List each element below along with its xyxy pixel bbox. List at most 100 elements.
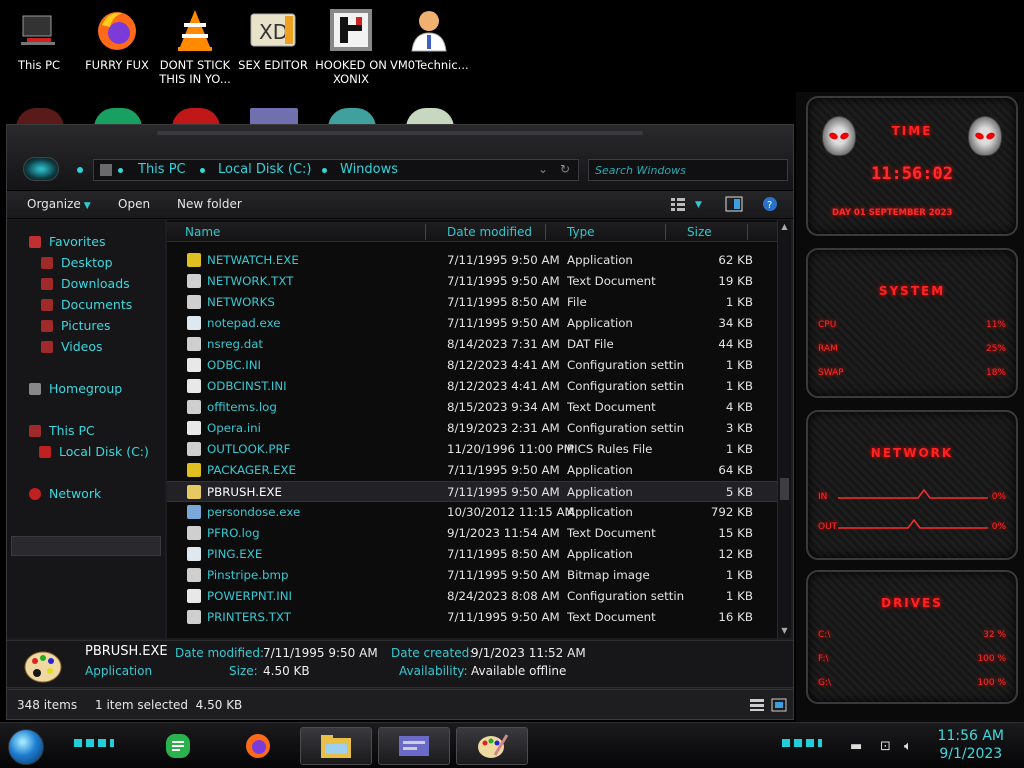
large-icons-view-icon[interactable] [771, 698, 787, 712]
task-control-panel[interactable] [378, 727, 450, 765]
file-row[interactable]: nsreg.dat 8/14/2023 7:31 AM DAT File 44 KB [167, 334, 777, 355]
nav-local-disk[interactable]: Local Disk (C:) [39, 444, 149, 459]
column-type[interactable]: Type [567, 225, 595, 239]
column-name[interactable]: Name [185, 225, 220, 239]
breadcrumb-separator-icon[interactable] [200, 168, 205, 173]
nav-pictures[interactable]: Pictures [41, 318, 111, 333]
details-date-modified: 7/11/1995 9:50 AM [263, 646, 378, 660]
column-divider[interactable] [545, 224, 555, 240]
start-orb-icon[interactable] [8, 729, 44, 765]
file-row[interactable]: PBRUSH.EXE 7/11/1995 9:50 AM Application 5 … [167, 481, 777, 502]
network-gadget[interactable]: NETWORK IN 0% OUT 0% [806, 410, 1018, 560]
drive-f-value: 100 % [977, 654, 1006, 664]
file-row[interactable]: PING.EXE 7/11/1995 8:50 AM Application 12 K… [167, 544, 777, 565]
system-gadget[interactable]: SYSTEM CPU 11% RAM 25% SWAP 18% [806, 248, 1018, 398]
time-gadget[interactable]: TIME 11:56:02 DAY 01 SEPTEMBER 2023 [806, 96, 1018, 236]
file-row[interactable]: POWERPNT.INI 8/24/2023 8:08 AM Configurati… [167, 586, 777, 607]
file-type-icon [187, 610, 201, 624]
breadcrumb-this-pc[interactable]: This PC [138, 162, 186, 177]
file-type: Application [567, 485, 633, 499]
file-name: PBRUSH.EXE [207, 485, 282, 499]
refresh-icon[interactable]: ↻ [560, 162, 570, 176]
file-row[interactable]: Opera.ini 8/19/2023 2:31 AM Configuration … [167, 418, 777, 439]
drives-gadget[interactable]: DRIVES C:\ 32 % F:\ 100 % G:\ 100 % [806, 570, 1018, 704]
back-forward-icon[interactable] [23, 157, 59, 181]
search-box[interactable]: Search Windows [588, 159, 788, 181]
desktop-icon-hooked-on-xonix[interactable]: HOOKED ON XONIX [312, 6, 390, 86]
taskbar-clock[interactable]: 11:56 AM 9/1/2023 [938, 727, 1004, 763]
task-firefox[interactable] [222, 727, 294, 765]
show-hidden-icons[interactable]: ▬ [850, 739, 862, 754]
nav-desktop[interactable]: Desktop [41, 255, 113, 270]
file-row[interactable]: OUTLOOK.PRF 11/20/1996 11:00 PM PICS Rules… [167, 439, 777, 460]
task-paint[interactable] [456, 727, 528, 765]
status-selection: 1 item selected 4.50 KB [95, 698, 243, 712]
file-size: 1 KB [725, 379, 753, 393]
breadcrumb-local-disk[interactable]: Local Disk (C:) [218, 162, 311, 177]
desktop-icon-vm0technic[interactable]: VM0Technic... [390, 6, 469, 72]
breadcrumb-windows[interactable]: Windows [340, 162, 398, 177]
scroll-up-icon[interactable]: ▲ [780, 222, 789, 232]
nav-downloads[interactable]: Downloads [41, 276, 130, 291]
new-folder-button[interactable]: New folder [177, 197, 242, 211]
file-row[interactable]: Pinstripe.bmp 7/11/1995 9:50 AM Bitmap ima… [167, 565, 777, 586]
file-row[interactable]: PFRO.log 9/1/2023 11:54 AM Text Document 15… [167, 523, 777, 544]
address-bar[interactable]: This PC Local Disk (C:) Windows ⌄ ↻ [93, 159, 579, 181]
nav-videos[interactable]: Videos [41, 339, 103, 354]
scroll-down-icon[interactable]: ▼ [780, 626, 789, 636]
documents-folder-icon [41, 298, 53, 311]
vertical-scrollbar[interactable]: ▲ ▼ [777, 220, 791, 638]
desktop-icon-vlc[interactable]: DONT STICK THIS IN YO... [156, 6, 234, 86]
view-options-icon[interactable] [669, 196, 687, 212]
nav-homegroup[interactable]: Homegroup [29, 381, 122, 396]
file-row[interactable]: notepad.exe 7/11/1995 9:50 AM Application 3… [167, 313, 777, 334]
breadcrumb-separator-icon[interactable] [322, 168, 327, 173]
recent-pages-icon[interactable] [77, 167, 83, 173]
details-view-icon[interactable] [749, 698, 765, 712]
file-size: 1 KB [725, 568, 753, 582]
nav-favorites[interactable]: Favorites [29, 234, 105, 249]
file-row[interactable]: NETWATCH.EXE 7/11/1995 9:50 AM Application… [167, 250, 777, 271]
file-type: Bitmap image [567, 568, 650, 582]
address-dropdown-icon[interactable]: ⌄ [538, 162, 548, 176]
volume-icon[interactable]: 🔈︎ [904, 739, 912, 754]
help-icon[interactable]: ? [761, 196, 779, 212]
organize-button[interactable]: Organize ▼ [27, 197, 91, 211]
file-row[interactable]: ODBCINST.INI 8/12/2023 4:41 AM Configurati… [167, 376, 777, 397]
file-row[interactable]: PACKAGER.EXE 7/11/1995 9:50 AM Application… [167, 460, 777, 481]
open-button[interactable]: Open [118, 197, 150, 211]
time-gadget-title: TIME [891, 124, 933, 138]
file-row[interactable]: ODBC.INI 8/12/2023 4:41 AM Configuration s… [167, 355, 777, 376]
scrollbar-thumb[interactable] [780, 478, 789, 500]
task-file-explorer[interactable] [300, 727, 372, 765]
file-row[interactable]: PRINTERS.TXT 7/11/1995 9:50 AM Text Docume… [167, 607, 777, 628]
column-divider[interactable] [747, 224, 757, 240]
nav-documents[interactable]: Documents [41, 297, 132, 312]
column-date-modified[interactable]: Date modified [447, 225, 532, 239]
search-input[interactable]: Search Windows [595, 164, 686, 177]
preview-pane-icon[interactable] [725, 196, 743, 212]
file-row[interactable]: persondose.exe 10/30/2012 11:15 AM Applica… [167, 502, 777, 523]
column-divider[interactable] [665, 224, 675, 240]
file-type-icon [187, 295, 201, 309]
view-dropdown-icon[interactable]: ▼ [695, 200, 702, 210]
file-name: NETWORKS [207, 295, 275, 309]
column-size[interactable]: Size [687, 225, 712, 239]
nav-this-pc[interactable]: This PC [29, 423, 95, 438]
file-date: 8/14/2023 7:31 AM [447, 337, 560, 351]
file-size: 4 KB [725, 400, 753, 414]
desktop-icon-furry-fux[interactable]: FURRY FUX [78, 6, 156, 72]
file-row[interactable]: offitems.log 8/15/2023 9:34 AM Text Docume… [167, 397, 777, 418]
file-name: ODBCINST.INI [207, 379, 287, 393]
desktop-icon-sex-editor[interactable]: XD SEX EDITOR [234, 6, 312, 72]
file-date: 8/12/2023 4:41 AM [447, 379, 560, 393]
desktop-icon-this-pc[interactable]: This PC [0, 6, 78, 72]
network-in-value: 0% [991, 492, 1006, 502]
nav-network[interactable]: Network [29, 486, 101, 501]
task-feedly[interactable] [142, 727, 214, 765]
file-row[interactable]: NETWORKS 7/11/1995 8:50 AM File 1 KB [167, 292, 777, 313]
file-row[interactable]: NETWORK.TXT 7/11/1995 9:50 AM Text Documen… [167, 271, 777, 292]
column-divider[interactable] [425, 224, 435, 240]
network-tray-icon[interactable]: ⊡ [880, 739, 891, 754]
file-size: 62 KB [718, 253, 753, 267]
